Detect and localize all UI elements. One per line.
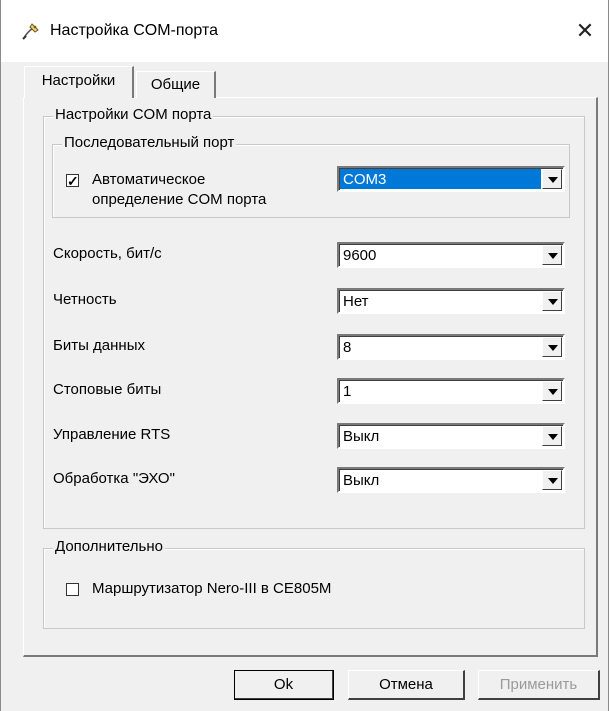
parity-label: Четность [53, 291, 117, 308]
auto-detect-label-line1: Автоматическое [92, 171, 206, 188]
stop-bits-value: 1 [343, 383, 352, 400]
chevron-down-icon [548, 177, 558, 183]
echo-processing-select[interactable]: Выкл [337, 467, 565, 493]
combo-frame [339, 290, 563, 312]
stop-bits-label: Стоповые биты [53, 381, 162, 398]
data-bits-label: Биты данных [53, 337, 145, 354]
chevron-down-icon [548, 389, 558, 395]
close-icon[interactable]: ✕ [572, 18, 598, 44]
baud-rate-value: 9600 [343, 247, 377, 264]
dropdown-button[interactable] [542, 169, 562, 189]
stop-bits-select[interactable]: 1 [337, 378, 565, 404]
dropdown-button[interactable] [542, 381, 562, 401]
dropdown-button[interactable] [542, 337, 562, 357]
tab-settings[interactable]: Настройки [24, 66, 134, 98]
combo-frame [339, 336, 563, 358]
tab-general[interactable]: Общие [136, 71, 216, 98]
data-bits-value: 8 [343, 339, 352, 356]
com-settings-group-label: Настройки COM порта [53, 106, 214, 124]
echo-processing-label: Обработка "ЭХО" [53, 470, 175, 487]
auto-detect-checkbox[interactable]: ✓ [66, 173, 79, 189]
router-checkbox[interactable] [66, 583, 79, 596]
chevron-down-icon [548, 345, 558, 351]
rts-control-select[interactable]: Выкл [337, 423, 565, 449]
rts-control-label: Управление RTS [53, 426, 171, 443]
dropdown-button[interactable] [542, 470, 562, 490]
chevron-down-icon [548, 434, 558, 440]
baud-rate-label: Скорость, бит/с [53, 245, 162, 262]
serial-port-group-label: Последовательный порт [62, 134, 237, 152]
parity-select[interactable]: Нет [337, 288, 565, 314]
chevron-down-icon [548, 478, 558, 484]
rts-control-value: Выкл [343, 428, 380, 445]
window-title: Настройка COM-порта [50, 22, 219, 39]
dropdown-button[interactable] [542, 426, 562, 446]
additional-group-label: Дополнительно [53, 538, 165, 556]
com-port-value: COM3 [343, 171, 387, 188]
auto-detect-label-line2: определение COM порта [92, 191, 267, 208]
chevron-down-icon [548, 253, 558, 259]
com-port-select[interactable]: COM3 [337, 166, 565, 192]
baud-rate-select[interactable]: 9600 [337, 242, 565, 268]
router-label: Маршрутизатор Nero-III в CE805M [92, 580, 332, 597]
echo-processing-value: Выкл [343, 472, 380, 489]
cancel-button[interactable]: Отмена [348, 670, 465, 700]
pen-tool-icon [20, 20, 42, 42]
parity-value: Нет [343, 293, 369, 310]
data-bits-select[interactable]: 8 [337, 334, 565, 360]
ok-button[interactable]: Ok [234, 670, 334, 700]
dropdown-button[interactable] [542, 245, 562, 265]
check-mark-icon: ✓ [67, 173, 79, 189]
dropdown-button[interactable] [542, 291, 562, 311]
combo-frame [339, 380, 563, 402]
chevron-down-icon [548, 299, 558, 305]
apply-button[interactable]: Применить [478, 670, 600, 700]
